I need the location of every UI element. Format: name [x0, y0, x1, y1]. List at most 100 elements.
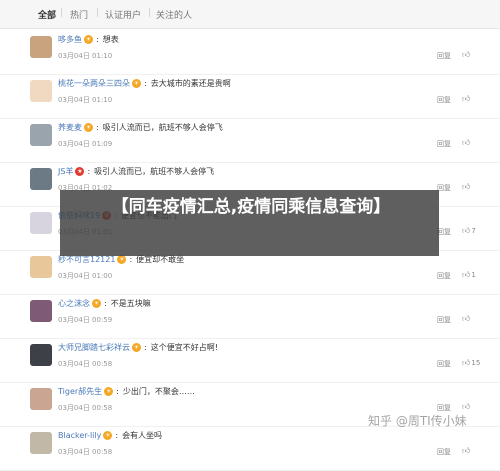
like-button[interactable]: 👍︎ [462, 94, 471, 104]
colon: : [96, 35, 99, 44]
avatar[interactable] [30, 344, 52, 366]
sun-badge-icon: ☀ [84, 123, 93, 132]
reply-button[interactable]: 回复 [437, 447, 451, 457]
username-link[interactable]: 大师兄脚踏七彩祥云 [58, 343, 130, 352]
reply-button[interactable]: 回复 [437, 51, 451, 61]
like-count: 7 [471, 227, 476, 235]
username-link[interactable]: Blacker-lily [58, 431, 101, 440]
username-link[interactable]: JS羊 [58, 167, 73, 176]
comment-text: 不是五块嘛 [110, 299, 151, 308]
like-button[interactable]: 👍︎ [462, 402, 471, 412]
watermark: 知乎 @周TI传小妹 [368, 414, 467, 428]
colon: : [116, 387, 119, 396]
comment-row: 大师兄脚踏七彩祥云 ☀: 这个便宜不好占啊! 03月04日 00:58 回复 👍︎15 [0, 338, 500, 383]
comment-time: 03月04日 01:09 [58, 140, 113, 148]
colon: : [144, 343, 147, 352]
comment-time: 03月04日 01:10 [58, 96, 113, 104]
colon: : [144, 79, 147, 88]
thumbs-up-icon: 👍︎ [462, 402, 471, 411]
comment-text: 去大城市的素还是贵啊 [150, 79, 231, 88]
avatar[interactable] [30, 432, 52, 454]
sun-badge-icon: ☀ [104, 387, 114, 396]
avatar[interactable] [30, 212, 52, 234]
avatar[interactable] [30, 300, 52, 322]
comment-text: 便宜却不敢坐 [136, 255, 185, 264]
comment-text: 这个便宜不好占啊! [150, 343, 218, 352]
reply-button[interactable]: 回复 [437, 359, 451, 369]
colon: : [96, 123, 99, 132]
comment-text: 会有人坐吗 [122, 431, 163, 440]
comment-time: 03月04日 00:58 [58, 404, 113, 412]
thumbs-up-icon: 👍︎ [462, 446, 471, 455]
comment-row: 哆多鱼 ☀: 想表 03月04日 01:10 回复 👍︎ [0, 30, 500, 75]
filter-tabs: 全部 | 热门 | 认证用户 | 关注的人 [0, 0, 500, 29]
like-button[interactable]: 👍︎7 [462, 226, 476, 236]
comment-line: 桃花一朵两朵三四朵 ☀: 去大城市的素还是贵啊 [58, 78, 231, 89]
comment-row: 心之沫念 ☀: 不是五块嘛 03月04日 00:59 回复 👍︎ [0, 294, 500, 339]
reply-button[interactable]: 回复 [437, 227, 451, 237]
comment-text: 想表 [102, 35, 119, 44]
comment-line: 哆多鱼 ☀: 想表 [58, 34, 119, 45]
comment-line: JS羊 ★: 吸引人流而已，航班不够人会停飞 [58, 166, 214, 177]
avatar[interactable] [30, 36, 52, 58]
reply-button[interactable]: 回复 [437, 139, 451, 149]
comment-line: 荞麦麦 ☀: 吸引人流而已，航班不够人会停飞 [58, 122, 223, 133]
username-link[interactable]: 秒不可言12121 [58, 255, 115, 264]
tab-following[interactable]: 关注的人 [156, 8, 192, 21]
colon: : [104, 299, 107, 308]
thumbs-up-icon: 👍︎ [462, 314, 471, 323]
avatar[interactable] [30, 388, 52, 410]
sun-badge-icon: ☀ [117, 255, 127, 264]
username-link[interactable]: 桃花一朵两朵三四朵 [58, 79, 130, 88]
sun-badge-icon: ☀ [84, 35, 93, 44]
sun-badge-icon: ☀ [103, 431, 113, 440]
comment-text: 吸引人流而已，航班不够人会停飞 [102, 123, 223, 132]
like-button[interactable]: 👍︎ [462, 182, 471, 192]
reply-button[interactable]: 回复 [437, 95, 451, 105]
like-count: 1 [471, 271, 476, 279]
tab-divider: | [60, 8, 64, 18]
reply-button[interactable]: 回复 [437, 271, 451, 281]
comment-row: 桃花一朵两朵三四朵 ☀: 去大城市的素还是贵啊 03月04日 01:10 回复 👍︎ [0, 74, 500, 119]
thumbs-up-icon: 👍︎ [462, 226, 471, 235]
colon: : [129, 255, 133, 264]
like-button[interactable]: 👍︎ [462, 138, 471, 148]
username-link[interactable]: 荞麦麦 [58, 123, 82, 132]
sun-badge-icon: ☀ [92, 299, 101, 308]
thumbs-up-icon: 👍︎ [462, 182, 471, 191]
sun-badge-icon: ☀ [132, 79, 141, 88]
comment-line: Blacker-lily ☀: 会有人坐吗 [58, 430, 162, 441]
comment-text: 吸引人流而已，航班不够人会停飞 [94, 167, 215, 176]
reply-button[interactable]: 回复 [437, 183, 451, 193]
comment-line: Tiger郝先生 ☀: 少出门，不聚会…… [58, 386, 195, 397]
comment-line: 心之沫念 ☀: 不是五块嘛 [58, 298, 151, 309]
thumbs-up-icon: 👍︎ [462, 94, 471, 103]
like-button[interactable]: 👍︎1 [462, 270, 476, 280]
thumbs-up-icon: 👍︎ [462, 50, 471, 59]
tab-hot[interactable]: 热门 [70, 8, 88, 21]
title-banner: 【同车疫情汇总,疫情同乘信息查询】 [60, 190, 439, 256]
comment-time: 03月04日 00:59 [58, 316, 113, 324]
like-button[interactable]: 👍︎ [462, 314, 471, 324]
colon: : [87, 167, 91, 176]
comment-row: Blacker-lily ☀: 会有人坐吗 03月04日 00:58 回复 👍︎ [0, 426, 500, 471]
username-link[interactable]: 哆多鱼 [58, 35, 82, 44]
avatar[interactable] [30, 124, 52, 146]
like-button[interactable]: 👍︎ [462, 50, 471, 60]
username-link[interactable]: 心之沫念 [58, 299, 90, 308]
avatar[interactable] [30, 256, 52, 278]
username-link[interactable]: Tiger郝先生 [58, 387, 102, 396]
like-button[interactable]: 👍︎15 [462, 358, 480, 368]
tab-verified-users[interactable]: 认证用户 [105, 8, 141, 21]
thumbs-up-icon: 👍︎ [462, 138, 471, 147]
avatar[interactable] [30, 80, 52, 102]
comment-line: 大师兄脚踏七彩祥云 ☀: 这个便宜不好占啊! [58, 342, 218, 353]
comment-time: 03月04日 01:10 [58, 52, 113, 60]
comment-text: 少出门，不聚会…… [122, 387, 195, 396]
avatar[interactable] [30, 168, 52, 190]
tab-all[interactable]: 全部 [38, 8, 56, 21]
comment-row: 秒不可言12121 ☀: 便宜却不敢坐 03月04日 01:00 回复 👍︎1 [0, 250, 500, 295]
reply-button[interactable]: 回复 [437, 315, 451, 325]
like-button[interactable]: 👍︎ [462, 446, 471, 456]
tab-divider: | [96, 8, 100, 18]
